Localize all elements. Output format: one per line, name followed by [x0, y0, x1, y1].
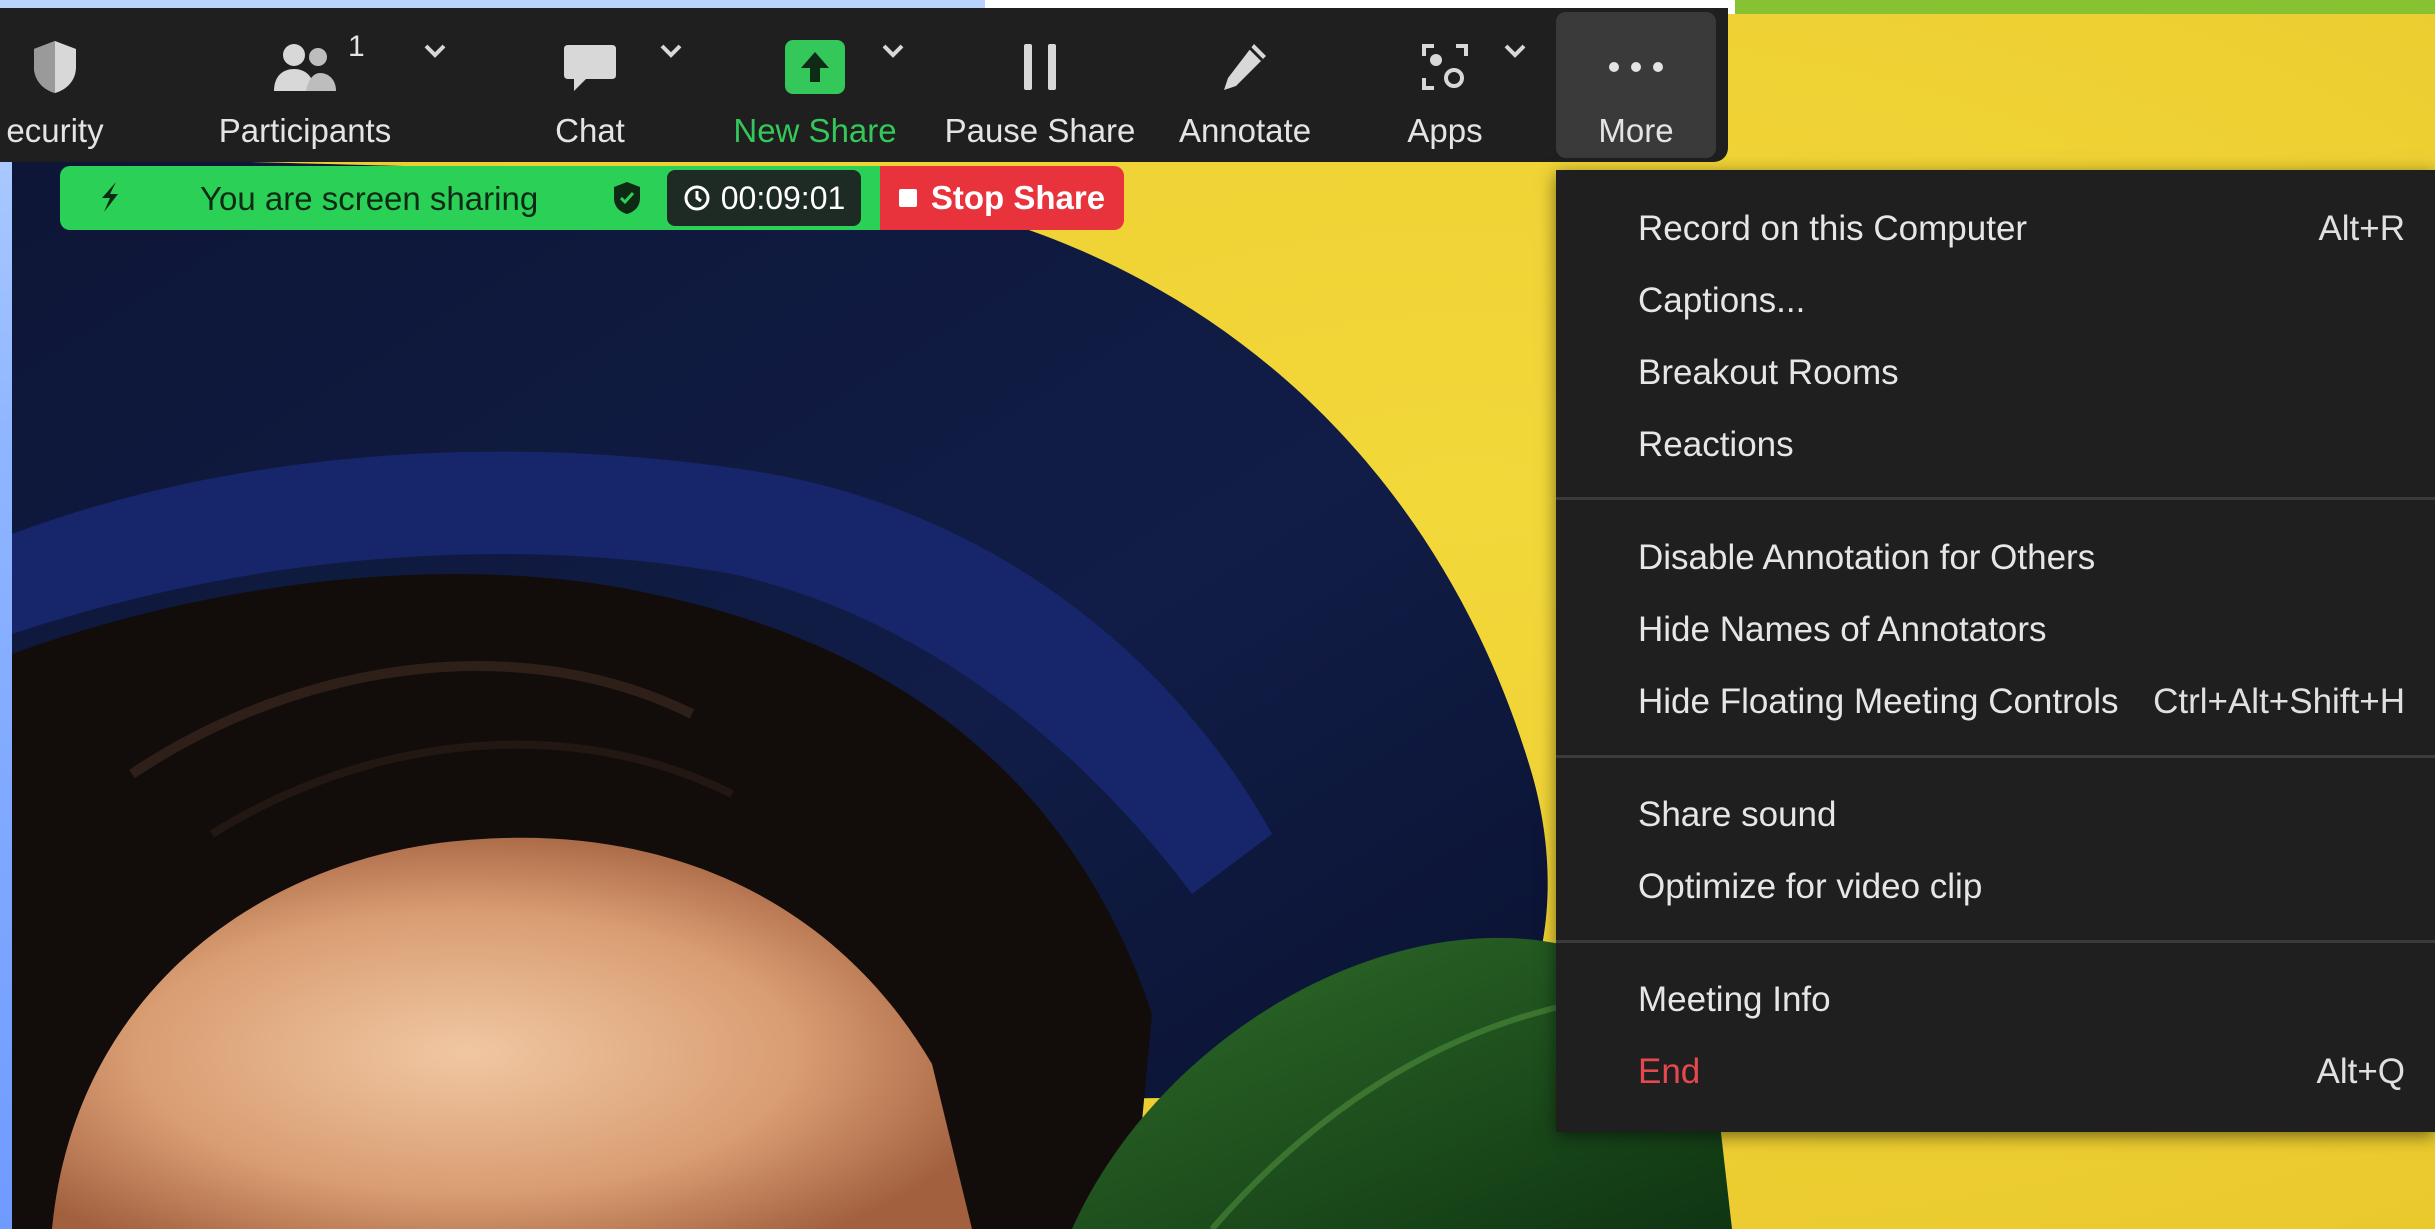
drag-grip-icon[interactable] — [96, 180, 122, 219]
meeting-toolbar: ecurity Participants 1 Chat New Share Pa… — [0, 8, 1728, 162]
menu-item-meeting-info[interactable]: Meeting Info — [1556, 966, 2435, 1034]
security-label: ecurity — [6, 112, 104, 149]
more-label: More — [1598, 112, 1674, 149]
menu-item-reactions[interactable]: Reactions — [1556, 411, 2435, 479]
menu-item-label: Record on this Computer — [1638, 209, 2028, 248]
menu-item-optimize-video[interactable]: Optimize for video clip — [1556, 853, 2435, 921]
pause-share-label: Pause Share — [944, 112, 1136, 149]
apps-button[interactable]: Apps — [1390, 8, 1500, 162]
ellipsis-icon — [1606, 32, 1666, 102]
chat-label: Chat — [555, 112, 625, 149]
participants-icon — [272, 32, 338, 102]
menu-item-label: Optimize for video clip — [1638, 867, 1983, 906]
pencil-icon — [1220, 32, 1270, 102]
new-share-caret-icon[interactable] — [878, 40, 908, 67]
stop-share-button[interactable]: Stop Share — [880, 166, 1124, 230]
menu-item-label: Disable Annotation for Others — [1638, 538, 2096, 577]
menu-item-hide-floating-controls[interactable]: Hide Floating Meeting Controls Ctrl+Alt+… — [1556, 668, 2435, 736]
menu-item-label: Hide Names of Annotators — [1638, 610, 2047, 649]
shield-icon — [30, 32, 80, 102]
participants-count: 1 — [348, 30, 365, 63]
menu-item-label: End — [1638, 1052, 1701, 1091]
menu-item-hide-annotator-names[interactable]: Hide Names of Annotators — [1556, 596, 2435, 664]
apps-caret-icon[interactable] — [1500, 40, 1530, 67]
new-share-label: New Share — [733, 112, 897, 149]
stop-share-label: Stop Share — [930, 179, 1106, 216]
annotate-button[interactable]: Annotate — [1170, 8, 1320, 162]
pause-share-button[interactable]: Pause Share — [945, 8, 1135, 162]
menu-item-breakout-rooms[interactable]: Breakout Rooms — [1556, 339, 2435, 407]
menu-item-end[interactable]: End Alt+Q — [1556, 1038, 2435, 1106]
share-up-arrow-icon — [785, 32, 845, 102]
more-menu: Record on this Computer Alt+R Captions..… — [1556, 170, 2435, 1132]
menu-separator — [1556, 497, 2435, 500]
clock-icon — [684, 185, 710, 211]
menu-separator — [1556, 755, 2435, 758]
menu-item-disable-annotation[interactable]: Disable Annotation for Others — [1556, 524, 2435, 592]
menu-item-shortcut: Ctrl+Alt+Shift+H — [2153, 682, 2405, 721]
menu-item-shortcut: Alt+Q — [2316, 1052, 2405, 1091]
menu-item-record-on-computer[interactable]: Record on this Computer Alt+R — [1556, 195, 2435, 263]
menu-item-shortcut: Alt+R — [2318, 209, 2405, 248]
timer-value: 00:09:01 — [720, 179, 846, 216]
menu-item-label: Share sound — [1638, 795, 1837, 834]
annotate-label: Annotate — [1178, 112, 1312, 149]
chat-bubble-icon — [562, 32, 618, 102]
sharing-status-text: You are screen sharing — [200, 180, 539, 217]
apps-label: Apps — [1407, 112, 1483, 149]
chat-button[interactable]: Chat — [530, 8, 650, 162]
participants-label: Participants — [218, 112, 392, 149]
menu-item-label: Captions... — [1638, 281, 1806, 320]
pause-icon — [1018, 32, 1062, 102]
more-button[interactable]: More — [1556, 8, 1716, 162]
menu-item-captions[interactable]: Captions... — [1556, 267, 2435, 335]
apps-grid-icon — [1420, 32, 1470, 102]
menu-item-share-sound[interactable]: Share sound — [1556, 781, 2435, 849]
menu-item-label: Breakout Rooms — [1638, 353, 1899, 392]
chat-caret-icon[interactable] — [656, 40, 686, 67]
menu-item-label: Hide Floating Meeting Controls — [1638, 682, 2119, 721]
security-button[interactable]: ecurity — [0, 8, 110, 162]
menu-item-label: Meeting Info — [1638, 980, 1831, 1019]
security-shield-icon — [612, 180, 642, 221]
menu-item-label: Reactions — [1638, 425, 1794, 464]
menu-separator — [1556, 940, 2435, 943]
participants-caret-icon[interactable] — [420, 40, 450, 67]
stop-square-icon — [898, 189, 917, 207]
share-timer: 00:09:01 — [667, 170, 861, 226]
new-share-button[interactable]: New Share — [733, 8, 897, 162]
